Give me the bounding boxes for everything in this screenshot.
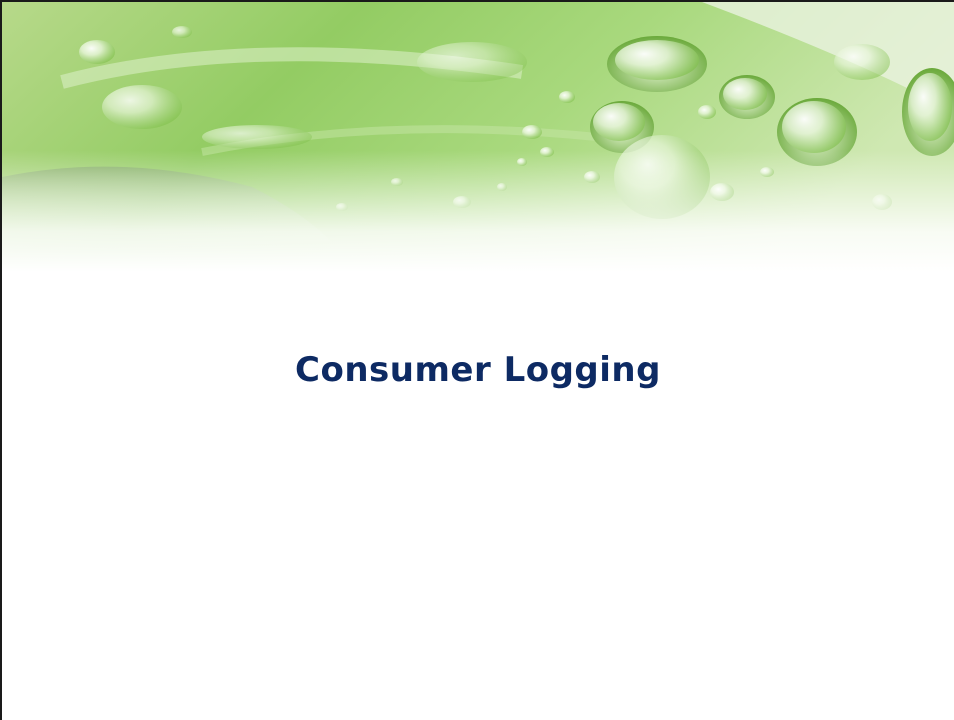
slide-title: Consumer Logging [295, 350, 661, 390]
water-droplets-leaf-image [2, 2, 954, 272]
slide: Consumer Logging [0, 0, 954, 720]
banner-image [2, 2, 954, 272]
